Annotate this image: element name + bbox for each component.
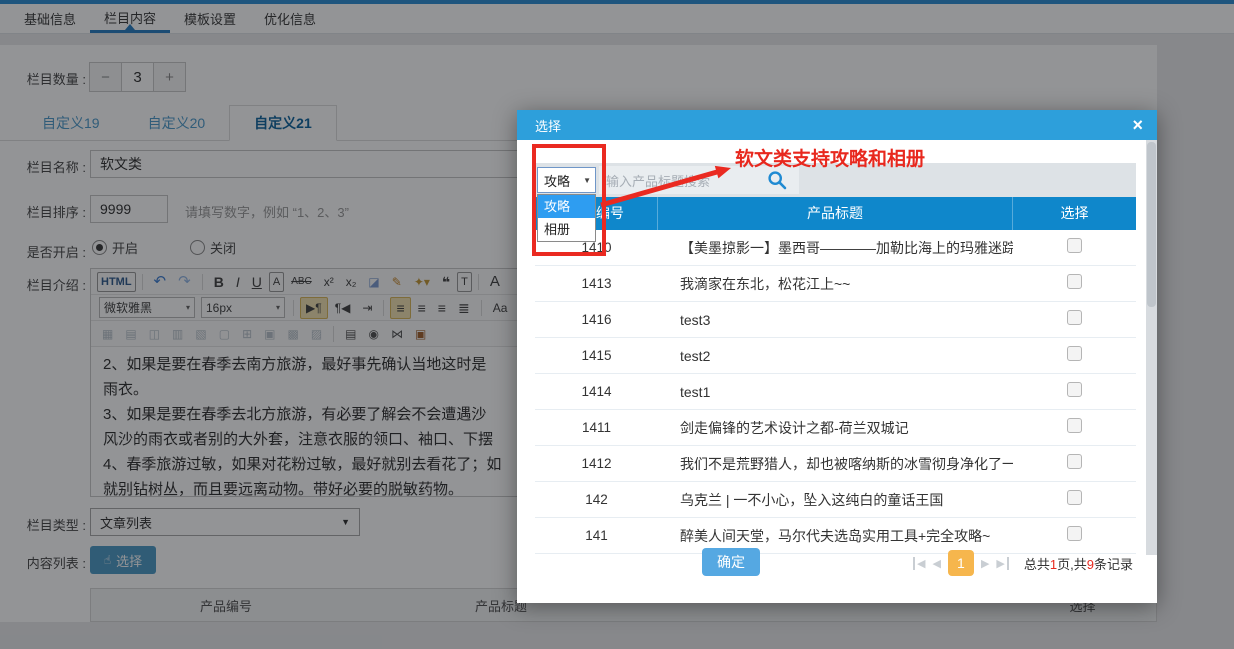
close-icon[interactable]: × [1132,116,1143,134]
summary-prefix: 总共 [1024,557,1050,572]
last-page-icon[interactable]: ▶ [996,557,1008,570]
summary-suffix: 条记录 [1094,557,1133,572]
row-checkbox[interactable] [1067,310,1082,325]
table-row: 141 醉美人间天堂，马尔代夫选岛实用工具+完全攻略~ [535,518,1136,554]
product-title: 剑走偏锋的艺术设计之都-荷兰双城记 [658,418,1013,438]
record-summary: 总共1页,共9条记录 [1024,554,1133,573]
confirm-button[interactable]: 确定 [702,548,760,576]
row-checkbox[interactable] [1067,418,1082,433]
product-title: test1 [658,384,1013,400]
chevron-down-icon: ▼ [583,176,591,185]
row-checkbox[interactable] [1067,454,1082,469]
product-id: 1412 [535,456,658,471]
row-checkbox[interactable] [1067,274,1082,289]
table-row: 1412 我们不是荒野猎人，却也被喀纳斯的冰雪彻身净化了一把 [535,446,1136,482]
table-row: 1415 test2 [535,338,1136,374]
row-checkbox[interactable] [1067,382,1082,397]
table-row: 1414 test1 [535,374,1136,410]
scrollbar-thumb[interactable] [1147,142,1156,307]
modal-header: 选择 × [517,110,1157,140]
search-icon[interactable] [767,170,787,190]
record-count: 9 [1087,557,1094,572]
product-title: 醉美人间天堂，马尔代夫选岛实用工具+完全攻略~ [658,526,1013,546]
row-checkbox[interactable] [1067,346,1082,361]
product-id: 141 [535,528,658,543]
product-table-header: 产品编号 产品标题 选择 [535,197,1136,230]
row-checkbox[interactable] [1067,490,1082,505]
product-title: 我们不是荒野猎人，却也被喀纳斯的冰雪彻身净化了一把 [658,454,1013,474]
header-product-title: 产品标题 [658,197,1013,230]
product-id: 142 [535,492,658,507]
filter-option-gonglue[interactable]: 攻略 [538,195,595,218]
current-page-button[interactable]: 1 [948,550,974,576]
prev-page-icon[interactable]: ◀ [932,557,940,570]
row-checkbox[interactable] [1067,526,1082,541]
product-id: 1410 [535,240,658,255]
select-product-modal: 选择 × 输入产品标题搜索 攻略 ▼ 攻略 相册 软文类支持攻略和相册 产品编号… [517,110,1157,603]
filter-dropdown-list: 攻略 相册 [537,194,596,242]
table-row: 1416 test3 [535,302,1136,338]
table-row: 1410 【美墨掠影一】墨西哥————加勒比海上的玛雅迷踪 [535,230,1136,266]
first-page-icon[interactable]: ◀ [913,557,925,570]
annotation-text: 软文类支持攻略和相册 [735,144,925,171]
table-row: 142 乌克兰 | 一不小心，坠入这纯白的童话王国 [535,482,1136,518]
table-row: 1411 剑走偏锋的艺术设计之都-荷兰双城记 [535,410,1136,446]
category-filter-select[interactable]: 攻略 ▼ [537,167,596,193]
table-row: 1413 我滴家在东北，松花江上~~ [535,266,1136,302]
filter-option-xiangce[interactable]: 相册 [538,218,595,241]
product-id: 1413 [535,276,658,291]
row-checkbox[interactable] [1067,238,1082,253]
product-title: 乌克兰 | 一不小心，坠入这纯白的童话王国 [658,490,1013,510]
product-id: 1414 [535,384,658,399]
product-id: 1415 [535,348,658,363]
product-id: 1411 [535,420,658,435]
product-title: 我滴家在东北，松花江上~~ [658,274,1013,294]
product-title: test3 [658,312,1013,328]
summary-mid: 页,共 [1057,557,1087,572]
product-title: test2 [658,348,1013,364]
product-table-body: 1410 【美墨掠影一】墨西哥————加勒比海上的玛雅迷踪 1413 我滴家在东… [535,230,1136,554]
modal-scrollbar[interactable] [1146,140,1157,555]
product-id: 1416 [535,312,658,327]
modal-title: 选择 [535,116,561,135]
pagination: ◀ ◀ 1 ▶ ▶ 总共1页,共9条记录 [913,550,1133,576]
product-title: 【美墨掠影一】墨西哥————加勒比海上的玛雅迷踪 [658,238,1013,258]
filter-selected-value: 攻略 [544,171,570,190]
header-select: 选择 [1013,197,1136,230]
next-page-icon[interactable]: ▶ [981,557,989,570]
